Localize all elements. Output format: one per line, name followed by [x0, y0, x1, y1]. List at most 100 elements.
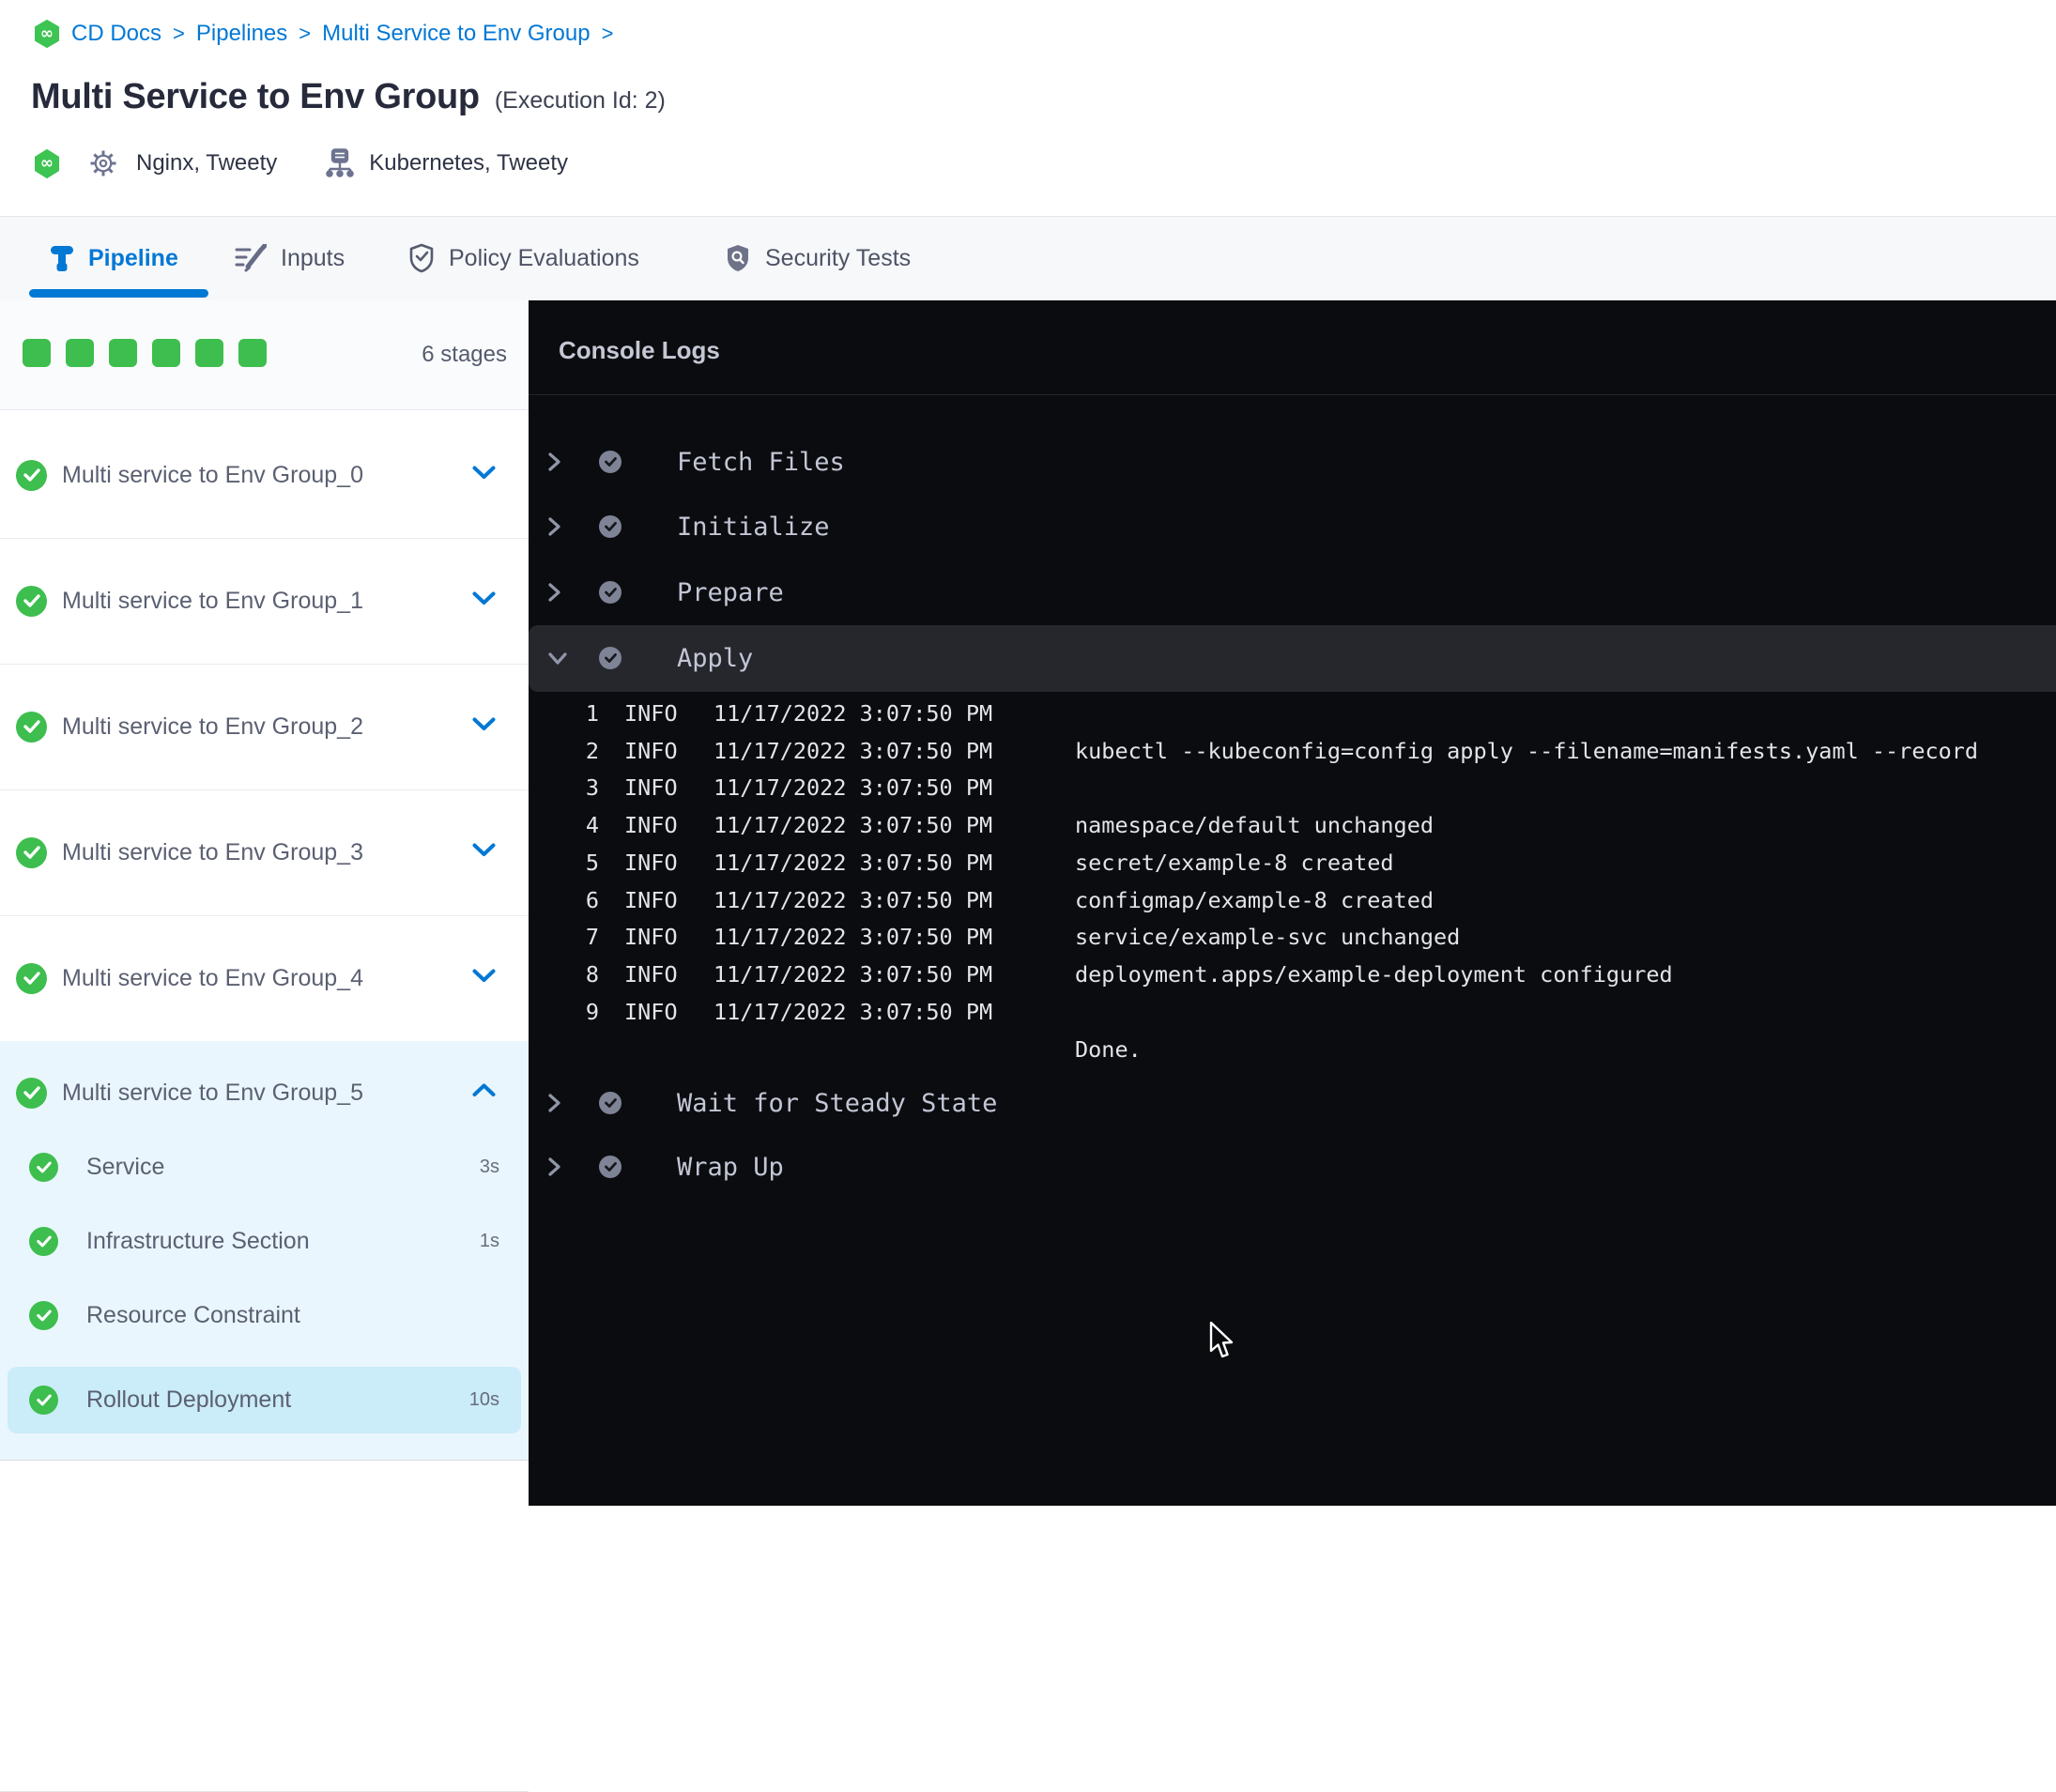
- success-check-icon: [29, 1226, 58, 1256]
- log-done-line: Done.: [1075, 1035, 1142, 1063]
- inputs-icon: [235, 244, 267, 272]
- security-shield-scan-icon: [725, 243, 751, 273]
- stage-row-1[interactable]: Multi service to Env Group_1: [0, 570, 529, 632]
- breadcrumb-link-pipeline-name[interactable]: Multi Service to Env Group: [322, 21, 590, 47]
- step-success-check-icon: [599, 581, 621, 604]
- success-check-icon: [29, 1385, 58, 1415]
- stages-panel: 6 stages Multi service to Env Group_0 Mu…: [0, 300, 529, 1792]
- mouse-cursor: [1209, 1321, 1235, 1366]
- harness-logo-icon: ∞: [34, 148, 60, 178]
- step-success-check-icon: [599, 1092, 621, 1114]
- stage-count-label: 6 stages: [422, 342, 507, 367]
- step-success-check-icon: [599, 451, 621, 473]
- chevron-right-icon[interactable]: [547, 582, 561, 603]
- harness-logo-icon: ∞: [34, 20, 60, 48]
- success-check-icon: [29, 1152, 58, 1182]
- breadcrumb: ∞ CD Docs > Pipelines > Multi Service to…: [34, 19, 613, 49]
- console-step-prepare[interactable]: Prepare: [529, 566, 2056, 619]
- policy-shield-check-icon: [408, 243, 435, 273]
- log-line: 6 INFO 11/17/2022 3:07:50 PM configmap/exam…: [585, 886, 1435, 913]
- chevron-right-icon[interactable]: [547, 516, 561, 537]
- log-line: 3 INFO 11/17/2022 3:07:50 PM: [585, 774, 993, 802]
- row-divider: [0, 915, 529, 916]
- breadcrumb-separator: >: [601, 22, 614, 45]
- log-line: 4 INFO 11/17/2022 3:07:50 PM namespace/defa…: [585, 812, 1435, 839]
- console-step-apply[interactable]: Apply: [529, 632, 2056, 684]
- tab-bar: Pipeline Inputs Policy Evaluations Secur…: [0, 217, 2056, 301]
- log-line: 2 INFO 11/17/2022 3:07:50 PM kubectl --kube…: [585, 737, 1979, 764]
- step-duration: 1s: [479, 1230, 499, 1251]
- breadcrumb-separator: >: [299, 22, 312, 45]
- gear-icon: [89, 149, 117, 177]
- pipeline-icon: [50, 243, 74, 273]
- stage-square: [109, 339, 137, 367]
- stage-square: [66, 339, 94, 367]
- log-line: 9 INFO 11/17/2022 3:07:50 PM: [585, 998, 993, 1025]
- stage-row-5[interactable]: Multi service to Env Group_5: [0, 1062, 529, 1124]
- stage-square: [152, 339, 180, 367]
- success-check-icon: [16, 962, 47, 994]
- chevron-up-icon[interactable]: [472, 1083, 496, 1102]
- success-check-icon: [16, 1077, 47, 1109]
- step-row-resource-constraint[interactable]: Resource Constraint: [0, 1287, 529, 1343]
- step-row-rollout-deployment[interactable]: Rollout Deployment 10s: [0, 1371, 529, 1428]
- log-line: 5 INFO 11/17/2022 3:07:50 PM secret/example…: [585, 849, 1394, 876]
- step-success-check-icon: [599, 647, 621, 669]
- log-line: 7 INFO 11/17/2022 3:07:50 PM service/exampl…: [585, 924, 1461, 951]
- services-label: Nginx, Tweety: [136, 150, 278, 176]
- chevron-right-icon[interactable]: [547, 1093, 561, 1113]
- stage-square: [23, 339, 51, 367]
- row-divider: [0, 664, 529, 665]
- success-check-icon: [16, 459, 47, 491]
- tab-policy-evaluations[interactable]: Policy Evaluations: [408, 217, 639, 299]
- execution-meta-row: ∞ Nginx, Tweety Kubernetes, Tweety: [34, 145, 568, 182]
- console-logs-panel: Console Logs Fetch Files Initialize Prep…: [529, 300, 2056, 1506]
- console-step-initialize[interactable]: Initialize: [529, 500, 2056, 553]
- tab-inputs[interactable]: Inputs: [235, 217, 345, 299]
- stage-status-squares[interactable]: [23, 339, 267, 367]
- expanded-stage-section: Multi service to Env Group_5 Service 3s …: [0, 1041, 529, 1461]
- chevron-down-icon[interactable]: [472, 591, 496, 610]
- execution-id-label: (Execution Id: 2): [494, 87, 666, 114]
- console-step-fetch-files[interactable]: Fetch Files: [529, 436, 2056, 488]
- chevron-down-icon[interactable]: [547, 651, 568, 666]
- environments-label: Kubernetes, Tweety: [369, 150, 568, 176]
- success-check-icon: [16, 585, 47, 617]
- step-row-infrastructure[interactable]: Infrastructure Section 1s: [0, 1213, 529, 1269]
- stage-row-0[interactable]: Multi service to Env Group_0: [0, 444, 529, 506]
- console-title: Console Logs: [559, 336, 720, 364]
- tab-security-tests[interactable]: Security Tests: [725, 217, 911, 299]
- console-step-wrap-up[interactable]: Wrap Up: [529, 1141, 2056, 1193]
- row-divider: [0, 789, 529, 790]
- success-check-icon: [16, 711, 47, 743]
- chevron-down-icon[interactable]: [472, 969, 496, 988]
- stages-panel-header: 6 stages: [0, 300, 529, 410]
- breadcrumb-link-cd-docs[interactable]: CD Docs: [71, 21, 161, 47]
- page-title: Multi Service to Env Group: [31, 77, 480, 116]
- environment-icon: [326, 148, 355, 178]
- stage-row-3[interactable]: Multi service to Env Group_3: [0, 821, 529, 883]
- stage-square: [238, 339, 267, 367]
- success-check-icon: [29, 1300, 58, 1330]
- chevron-right-icon[interactable]: [547, 452, 561, 472]
- stage-row-2[interactable]: Multi service to Env Group_2: [0, 696, 529, 758]
- step-success-check-icon: [599, 515, 621, 538]
- active-tab-underline: [29, 289, 208, 298]
- console-step-wait-for-steady-state[interactable]: Wait for Steady State: [529, 1077, 2056, 1129]
- log-output: 1 INFO 11/17/2022 3:07:50 PM 2 INFO 11/17/20…: [529, 695, 2056, 1068]
- chevron-down-icon[interactable]: [472, 466, 496, 484]
- stage-row-4[interactable]: Multi service to Env Group_4: [0, 947, 529, 1009]
- step-row-service[interactable]: Service 3s: [0, 1139, 529, 1195]
- success-check-icon: [16, 836, 47, 868]
- chevron-right-icon[interactable]: [547, 1156, 561, 1177]
- stage-square: [195, 339, 223, 367]
- step-duration: 10s: [468, 1388, 499, 1410]
- console-header-divider: [529, 394, 2056, 395]
- chevron-down-icon[interactable]: [472, 717, 496, 736]
- log-line: 1 INFO 11/17/2022 3:07:50 PM: [585, 699, 993, 727]
- chevron-down-icon[interactable]: [472, 843, 496, 862]
- log-line: 8 INFO 11/17/2022 3:07:50 PM deployment.app…: [585, 961, 1673, 988]
- row-divider: [0, 538, 529, 539]
- tab-pipeline[interactable]: Pipeline: [29, 217, 208, 299]
- breadcrumb-link-pipelines[interactable]: Pipelines: [196, 21, 287, 47]
